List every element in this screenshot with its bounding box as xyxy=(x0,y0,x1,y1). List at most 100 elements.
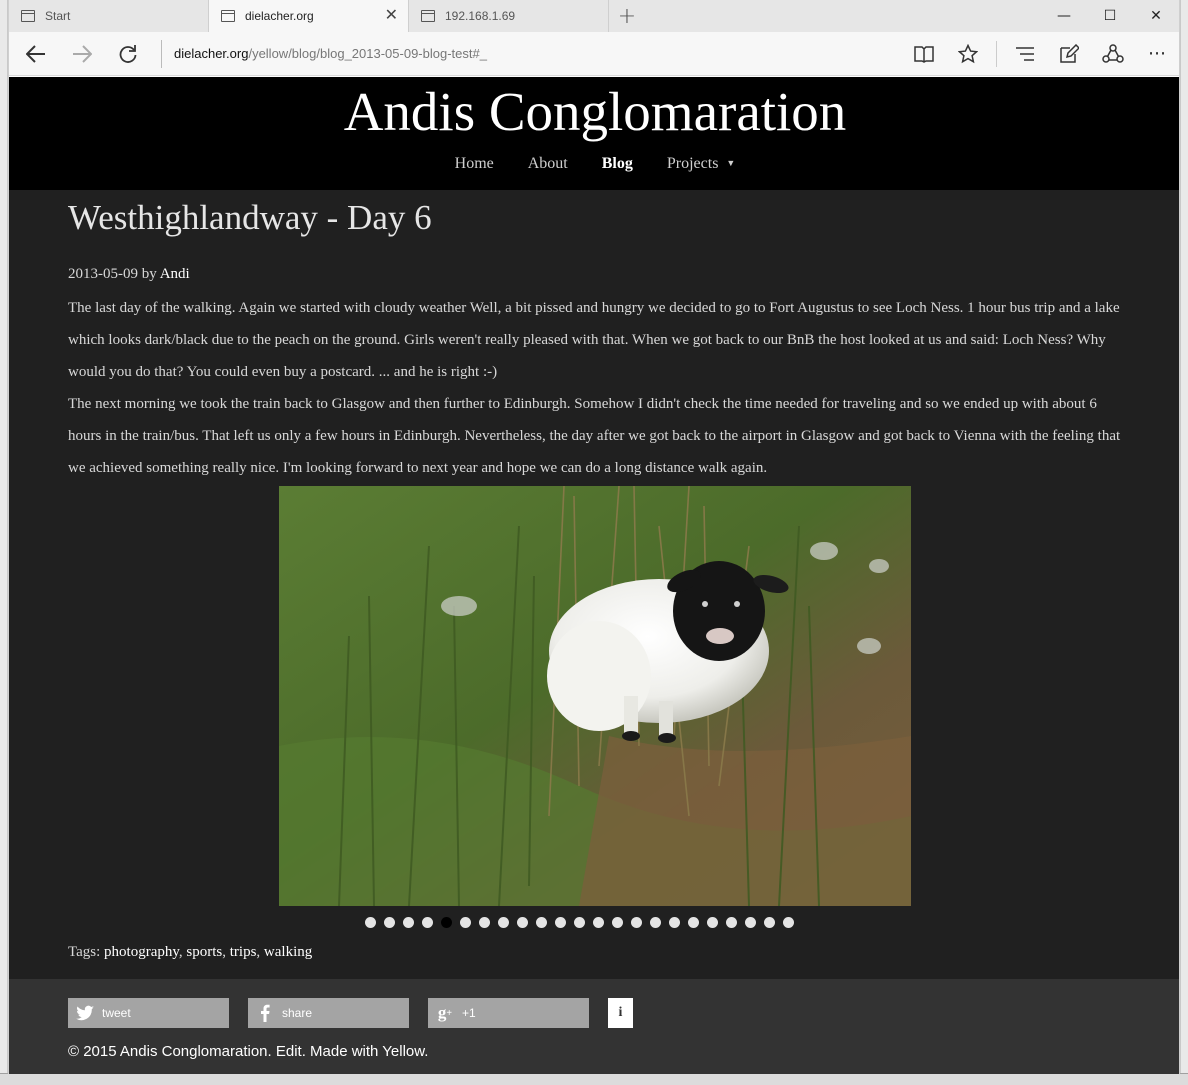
share-icon xyxy=(1102,44,1124,63)
back-button[interactable] xyxy=(13,32,59,76)
google-plus-icon: g + xyxy=(437,1003,453,1022)
new-tab-button[interactable]: + xyxy=(609,0,645,32)
address-host: dielacher.org xyxy=(174,46,249,61)
background-window-edge-right xyxy=(1180,0,1188,1085)
post-tags: Tags: photography, sports, trips, walkin… xyxy=(68,944,313,960)
page-icon xyxy=(21,10,35,22)
twitter-icon xyxy=(68,998,102,1028)
gallery-dot[interactable] xyxy=(763,917,775,928)
maximize-button[interactable]: ☐ xyxy=(1087,0,1133,32)
forward-arrow-icon xyxy=(73,44,92,63)
pen-note-icon xyxy=(1060,44,1079,63)
favorite-button[interactable] xyxy=(946,32,990,76)
tab-title: Start xyxy=(45,9,71,23)
gallery-dot[interactable] xyxy=(402,917,414,928)
reading-view-button[interactable] xyxy=(902,32,946,76)
post-title: Westhighlandway - Day 6 xyxy=(68,198,432,237)
post-meta: 2013-05-09 by Andi xyxy=(68,260,1122,288)
post-date: 2013-05-09 xyxy=(68,266,138,282)
toolbar-divider xyxy=(996,41,997,67)
gallery-dot[interactable] xyxy=(459,917,471,928)
tag-link-walking[interactable]: walking xyxy=(264,944,312,960)
info-button[interactable]: i xyxy=(608,998,633,1028)
taskbar-strip xyxy=(0,1073,1188,1085)
gallery-dot[interactable] xyxy=(440,917,452,928)
google-plus-button[interactable]: g + +1 xyxy=(428,998,589,1028)
gallery-dot[interactable] xyxy=(725,917,737,928)
share-label: share xyxy=(282,1006,313,1020)
toolbar-right: ··· xyxy=(902,32,1179,76)
refresh-icon xyxy=(119,44,137,63)
tab-bar: Start dielacher.org ✕ 192.168.1.69 + — ☐… xyxy=(9,0,1179,32)
back-arrow-icon xyxy=(26,44,45,63)
site-nav: Home About Blog Projects ▼ xyxy=(9,155,1179,173)
plus-one-label: +1 xyxy=(462,1006,476,1020)
star-icon xyxy=(958,44,978,64)
post-content: Westhighlandway - Day 6 2013-05-09 by An… xyxy=(9,190,1179,961)
gallery-dot[interactable] xyxy=(535,917,547,928)
gallery-dot[interactable] xyxy=(611,917,623,928)
gallery-dot[interactable] xyxy=(592,917,604,928)
minimize-button[interactable]: — xyxy=(1041,0,1087,32)
facebook-icon xyxy=(248,998,282,1028)
nav-link-about[interactable]: About xyxy=(511,155,585,173)
copyright-text: © 2015 Andis Conglomaration. Edit. Made … xyxy=(68,1043,429,1060)
tweet-label: tweet xyxy=(102,1006,131,1020)
gallery-dot[interactable] xyxy=(516,917,528,928)
page-icon xyxy=(221,10,235,22)
hub-icon xyxy=(1016,47,1034,61)
nav-link-projects[interactable]: Projects ▼ xyxy=(650,155,752,173)
tab-dielacher[interactable]: dielacher.org ✕ xyxy=(209,0,409,32)
web-page: Andis Conglomaration Home About Blog Pro… xyxy=(9,77,1179,1074)
tab-title: 192.168.1.69 xyxy=(445,9,516,23)
page-icon xyxy=(421,10,435,22)
nav-link-projects-label: Projects xyxy=(666,155,719,172)
refresh-button[interactable] xyxy=(105,32,151,76)
post-by: by xyxy=(141,266,157,282)
site-title[interactable]: Andis Conglomaration xyxy=(9,77,1179,145)
gallery-dot[interactable] xyxy=(706,917,718,928)
gallery-dot[interactable] xyxy=(554,917,566,928)
gallery-dot[interactable] xyxy=(687,917,699,928)
gallery-photo-lamb[interactable] xyxy=(279,486,911,906)
web-note-button[interactable] xyxy=(1047,32,1091,76)
gallery-dot[interactable] xyxy=(364,917,376,928)
gallery-dot[interactable] xyxy=(630,917,642,928)
address-path: /yellow/blog/blog_2013-05-09-blog-test#_ xyxy=(248,46,487,61)
post-paragraph: The last day of the walking. Again we st… xyxy=(68,300,1120,380)
share-page-button[interactable] xyxy=(1091,32,1135,76)
gallery-dot[interactable] xyxy=(744,917,756,928)
gallery-dot[interactable] xyxy=(478,917,490,928)
browser-window: Start dielacher.org ✕ 192.168.1.69 + — ☐… xyxy=(8,0,1180,1074)
tab-start[interactable]: Start xyxy=(9,0,209,32)
gallery-dot[interactable] xyxy=(573,917,585,928)
info-icon: i xyxy=(618,1005,623,1020)
facebook-share-button[interactable]: share xyxy=(248,998,409,1028)
post-author-link[interactable]: Andi xyxy=(160,266,190,282)
tab-router[interactable]: 192.168.1.69 xyxy=(409,0,609,32)
gallery-dot[interactable] xyxy=(649,917,661,928)
gallery-dot[interactable] xyxy=(383,917,395,928)
close-window-button[interactable]: ✕ xyxy=(1133,0,1179,32)
tag-link-sports[interactable]: sports xyxy=(186,944,222,960)
tweet-button[interactable]: tweet xyxy=(68,998,229,1028)
gallery-dot[interactable] xyxy=(421,917,433,928)
tag-link-photography[interactable]: photography xyxy=(104,944,179,960)
gallery-pagination xyxy=(36,917,1122,928)
post-paragraph: The next morning we took the train back … xyxy=(68,396,1121,476)
tab-title: dielacher.org xyxy=(245,9,314,23)
tag-link-trips[interactable]: trips xyxy=(230,944,257,960)
site-header: Andis Conglomaration Home About Blog Pro… xyxy=(9,77,1179,190)
close-tab-icon[interactable]: ✕ xyxy=(385,8,398,24)
nav-link-blog[interactable]: Blog xyxy=(585,155,650,173)
tags-label: Tags: xyxy=(68,944,101,960)
nav-link-home[interactable]: Home xyxy=(438,155,511,173)
gallery-dot[interactable] xyxy=(668,917,680,928)
gallery-dot[interactable] xyxy=(497,917,509,928)
background-window-edge-left xyxy=(0,0,8,1085)
more-button[interactable]: ··· xyxy=(1135,32,1179,76)
hub-button[interactable] xyxy=(1003,32,1047,76)
forward-button[interactable] xyxy=(59,32,105,76)
gallery-dot[interactable] xyxy=(782,917,794,928)
address-bar[interactable]: dielacher.org/yellow/blog/blog_2013-05-0… xyxy=(161,39,487,68)
